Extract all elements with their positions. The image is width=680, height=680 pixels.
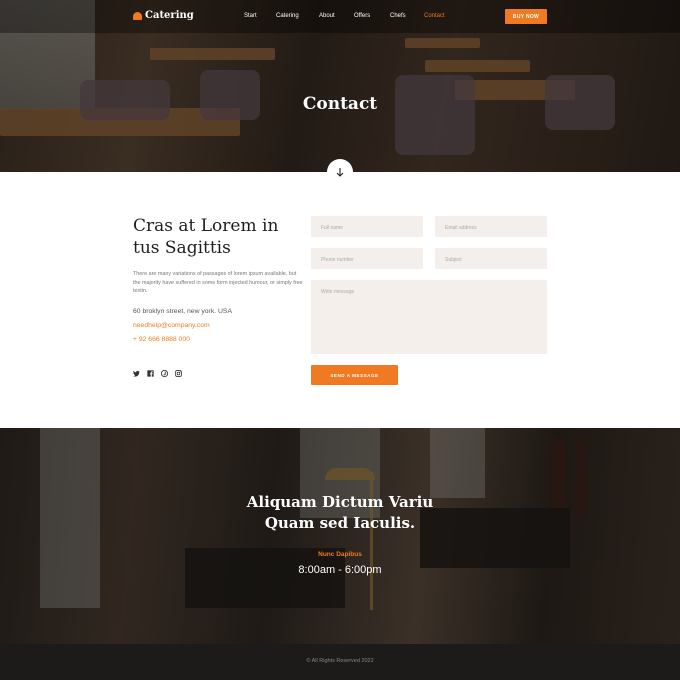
hours-title-line2: Quam sed Iaculis. <box>264 514 416 532</box>
nav-item-about[interactable]: About <box>319 13 335 19</box>
contact-description: There are many variations of passages of… <box>133 271 303 294</box>
send-message-button[interactable]: SEND A MESSAGE <box>311 365 398 385</box>
message-field[interactable]: Write message <box>311 280 547 354</box>
contact-heading: Cras at Lorem in tus Sagittis <box>133 215 293 259</box>
copyright-text: © All Rights Reserved 2022 <box>306 658 374 664</box>
top-navbar: Catering Start Catering About Offers Che… <box>0 0 680 33</box>
full-name-field[interactable]: Full name <box>311 216 423 237</box>
pinterest-icon[interactable] <box>161 370 168 377</box>
nav-item-start[interactable]: Start <box>244 13 257 19</box>
logo-text: Catering <box>145 10 194 21</box>
hours-time: 8:00am - 6:00pm <box>298 564 382 576</box>
contact-heading-line1: Cras at Lorem in <box>133 216 279 236</box>
email-field[interactable]: Email address <box>435 216 547 237</box>
hours-title-line1: Aliquam Dictum Variu <box>246 493 434 511</box>
subject-field[interactable]: Subject <box>435 248 547 269</box>
contact-heading-line2: tus Sagittis <box>133 238 231 258</box>
instagram-icon[interactable] <box>175 370 182 377</box>
buy-now-button[interactable]: BUY NOW <box>505 9 547 24</box>
nav-item-chefs[interactable]: Chefs <box>390 13 406 19</box>
nav-item-contact[interactable]: Contact <box>424 13 445 19</box>
cloche-icon <box>133 11 142 20</box>
hours-title: Aliquam Dictum Variu Quam sed Iaculis. <box>0 492 680 534</box>
nav-item-offers[interactable]: Offers <box>354 13 370 19</box>
logo[interactable]: Catering <box>133 10 194 21</box>
hours-label: Nunc Dapibus <box>318 551 362 558</box>
contact-email-link[interactable]: needhelp@company.com <box>133 322 210 329</box>
facebook-icon[interactable] <box>147 370 154 377</box>
contact-address: 60 broklyn street, new york. USA <box>133 308 232 315</box>
opening-hours-banner <box>0 428 680 644</box>
twitter-icon[interactable] <box>133 370 140 377</box>
phone-field[interactable]: Phone number <box>311 248 423 269</box>
scroll-down-button[interactable] <box>327 159 353 185</box>
social-links <box>133 370 182 377</box>
arrow-down-icon <box>336 168 344 177</box>
page-title: Contact <box>302 94 378 114</box>
nav-item-catering[interactable]: Catering <box>276 13 299 19</box>
contact-phone-link[interactable]: + 92 666 8888 000 <box>133 336 190 343</box>
